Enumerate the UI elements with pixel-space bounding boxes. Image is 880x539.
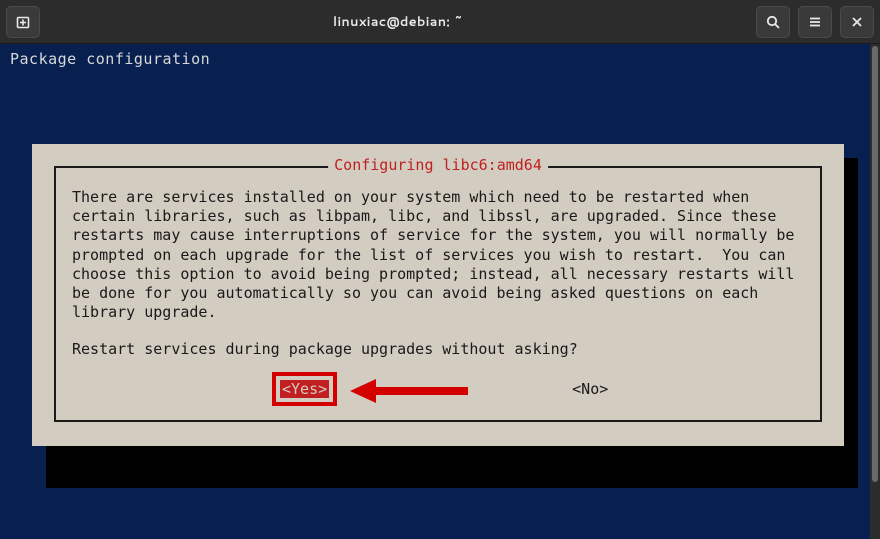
dialog-body-text: There are services installed on your sys…	[72, 188, 804, 322]
terminal-area: Package configuration Configuring libc6:…	[0, 44, 880, 539]
no-button[interactable]: <No>	[572, 380, 608, 398]
annotation-arrow-icon	[350, 376, 470, 406]
package-config-header: Package configuration	[10, 50, 880, 68]
hamburger-icon	[807, 14, 823, 30]
close-window-button[interactable]	[840, 6, 874, 38]
dialog-question: Restart services during package upgrades…	[72, 340, 804, 358]
window-title: linuxiac@debian: ~	[333, 13, 463, 31]
yes-button[interactable]: <Yes>	[280, 380, 329, 398]
scrollbar-thumb[interactable]	[872, 46, 878, 482]
scrollbar-track[interactable]	[870, 44, 880, 539]
new-tab-icon	[15, 14, 31, 30]
window-titlebar: linuxiac@debian: ~	[0, 0, 880, 44]
search-icon	[765, 14, 781, 30]
debconf-dialog: Configuring libc6:amd64 There are servic…	[32, 144, 844, 446]
close-icon	[849, 14, 865, 30]
search-button[interactable]	[756, 6, 790, 38]
menu-button[interactable]	[798, 6, 832, 38]
annotation-highlight-box: <Yes>	[272, 372, 337, 406]
new-tab-button[interactable]	[6, 6, 40, 38]
dialog-title: Configuring libc6:amd64	[328, 156, 548, 174]
